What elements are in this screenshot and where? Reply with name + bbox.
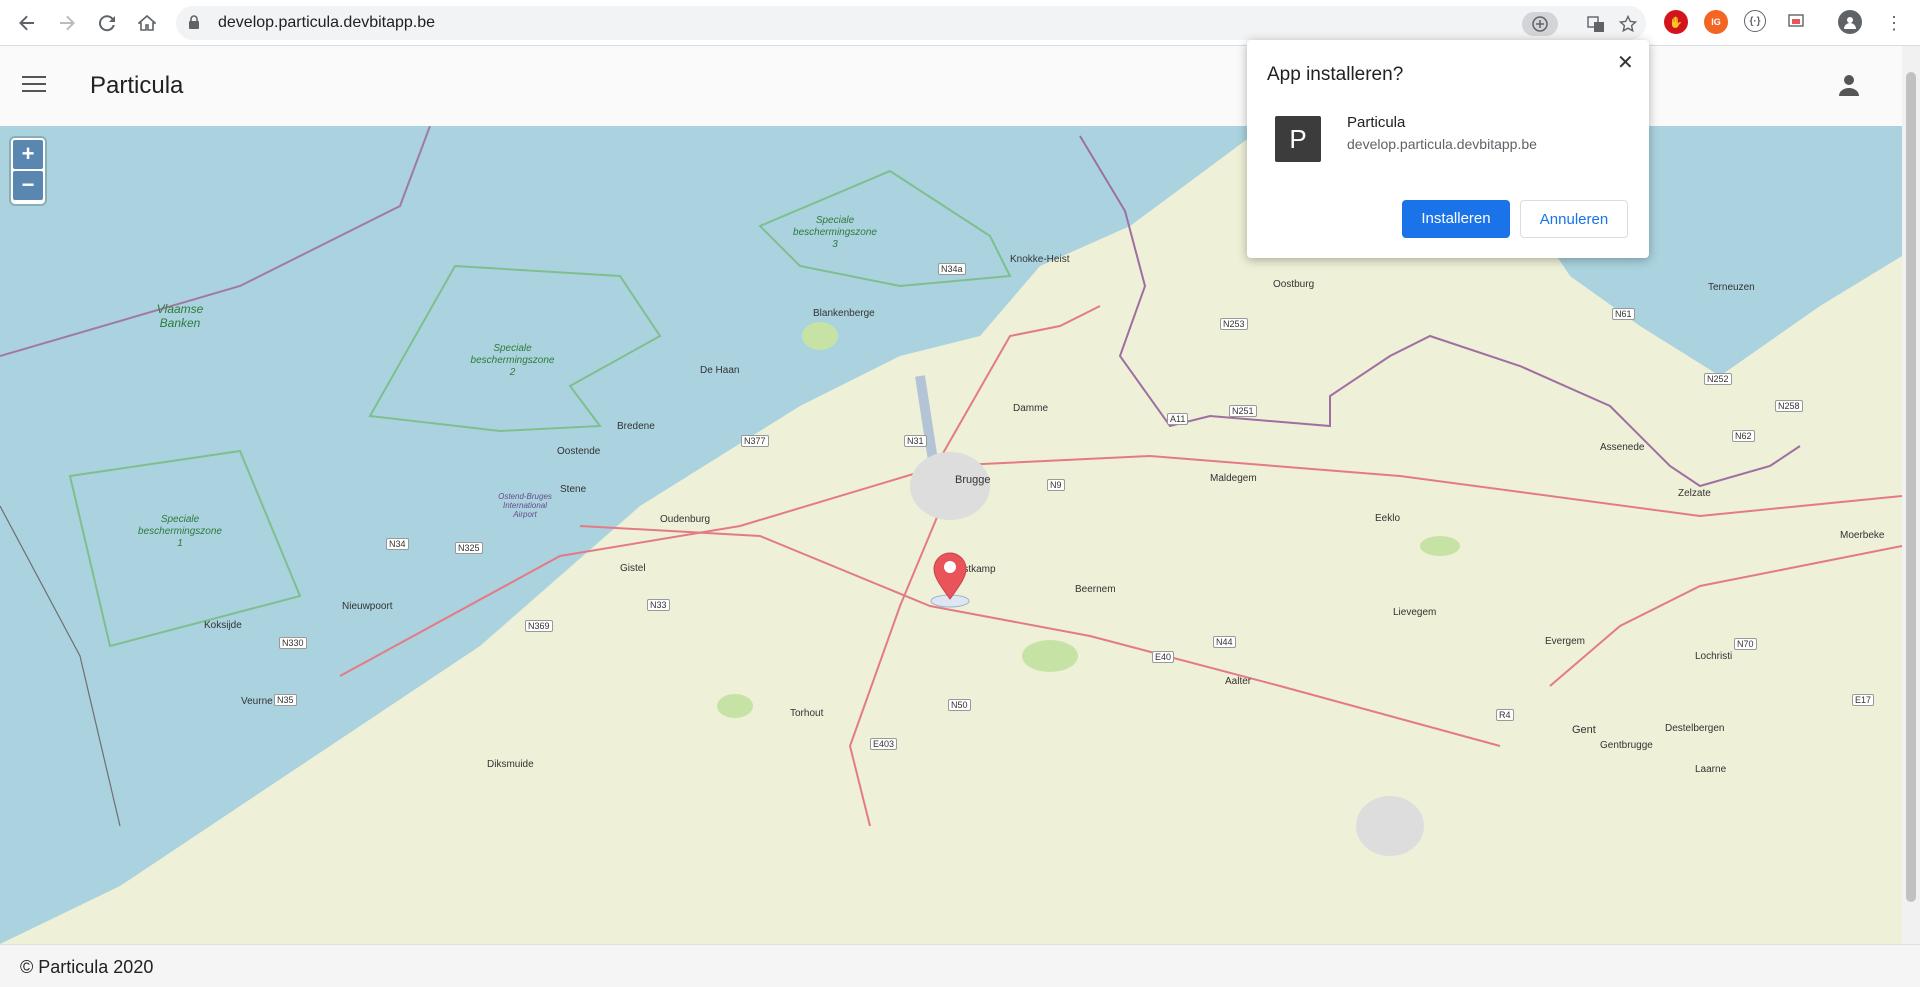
place-label: Aalter	[1225, 676, 1252, 687]
lock-icon	[188, 15, 200, 35]
user-icon[interactable]	[1836, 72, 1862, 103]
road-label: N258	[1775, 400, 1803, 412]
place-label: Veurne	[241, 696, 273, 707]
page-scrollbar[interactable]	[1902, 46, 1920, 944]
road-label: E403	[870, 738, 898, 750]
road-label: N34a	[938, 263, 966, 275]
place-label: Maldegem	[1210, 473, 1257, 484]
translate-icon[interactable]	[1584, 12, 1608, 36]
road-label: N251	[1229, 405, 1257, 417]
forward-icon[interactable]	[52, 8, 82, 38]
app-name: Particula	[1347, 114, 1406, 131]
place-label: Beernem	[1075, 584, 1116, 595]
address-bar[interactable]: develop.particula.devbitapp.be	[176, 6, 1646, 40]
place-label: Nieuwpoort	[342, 601, 393, 612]
road-label: N44	[1213, 636, 1236, 648]
hand-extension-icon[interactable]: ✋	[1664, 10, 1688, 34]
road-label: N70	[1734, 638, 1757, 650]
road-label: R4	[1496, 709, 1514, 721]
road-label: N34	[386, 538, 409, 550]
place-label: Terneuzen	[1708, 282, 1755, 293]
ig-extension-icon[interactable]: IG	[1704, 10, 1728, 34]
road-label: N62	[1732, 430, 1755, 442]
place-label: Brugge	[955, 474, 991, 486]
road-label: N31	[904, 435, 927, 447]
road-label: N369	[525, 620, 553, 632]
place-label: Oostende	[557, 446, 601, 457]
place-label: Assenede	[1600, 442, 1645, 453]
road-label: N330	[279, 637, 307, 649]
zoom-out-button[interactable]: −	[13, 171, 43, 200]
road-label: E17	[1852, 694, 1875, 706]
place-label: Koksijde	[204, 620, 242, 631]
place-label: Lievegem	[1393, 607, 1437, 618]
road-label: N325	[455, 542, 483, 554]
close-icon[interactable]: ✕	[1617, 50, 1634, 75]
location-marker-icon[interactable]	[930, 551, 970, 609]
zone-label-3: Speciale beschermingszone 3	[793, 215, 877, 250]
road-label: N50	[948, 699, 971, 711]
zone-label-2: Speciale beschermingszone 2	[470, 343, 555, 378]
copyright-text: © Particula 2020	[20, 957, 154, 977]
place-label: Stene	[560, 484, 587, 495]
road-label: N377	[741, 435, 769, 447]
road-label: E40	[1152, 651, 1175, 663]
scrollbar-thumb[interactable]	[1906, 72, 1916, 902]
install-button[interactable]: Installeren	[1402, 200, 1510, 238]
zoom-in-button[interactable]: +	[13, 140, 43, 169]
place-label: Bredene	[617, 421, 655, 432]
star-icon[interactable]	[1616, 12, 1640, 36]
place-label: Damme	[1013, 403, 1049, 414]
place-label: Knokke-Heist	[1010, 254, 1070, 265]
place-label: Torhout	[790, 708, 824, 719]
home-icon[interactable]	[132, 8, 162, 38]
place-label: De Haan	[700, 365, 740, 376]
place-label: Lochristi	[1695, 651, 1733, 662]
profile-avatar-icon[interactable]	[1838, 10, 1862, 34]
place-label: Eeklo	[1375, 513, 1401, 524]
app-icon: P	[1275, 116, 1321, 162]
place-label: Moerbeke	[1840, 530, 1885, 541]
place-label: Diksmuide	[487, 759, 534, 770]
airport-label: Ostend-Bruges International Airport	[498, 492, 552, 519]
road-label: A11	[1167, 413, 1189, 425]
place-label: Gistel	[620, 563, 646, 574]
hamburger-menu-icon[interactable]	[22, 76, 46, 94]
road-label: N33	[647, 599, 670, 611]
zoom-control: + −	[11, 138, 45, 204]
dialog-title: App installeren?	[1267, 64, 1404, 85]
place-label: Gentbrugge	[1600, 740, 1653, 751]
code-extension-icon[interactable]: {·}	[1744, 10, 1766, 32]
install-app-icon[interactable]	[1522, 12, 1558, 36]
back-icon[interactable]	[12, 8, 42, 38]
place-label: Evergem	[1545, 636, 1586, 647]
place-label: Laarne	[1695, 764, 1727, 775]
sea-label: Vlaamse Banken	[156, 302, 204, 330]
road-label: N9	[1047, 479, 1065, 491]
road-label: N35	[274, 694, 297, 706]
place-label: Oostburg	[1273, 279, 1315, 290]
cancel-button[interactable]: Annuleren	[1520, 200, 1628, 238]
cast-extension-icon[interactable]	[1784, 10, 1808, 34]
zone-label-1: Speciale beschermingszone 1	[138, 514, 222, 549]
road-label: N252	[1704, 373, 1732, 385]
reload-icon[interactable]	[92, 8, 122, 38]
app-url: develop.particula.devbitapp.be	[1347, 136, 1537, 152]
install-app-dialog: App installeren? ✕ P Particula develop.p…	[1247, 40, 1649, 258]
app-title: Particula	[90, 72, 184, 99]
place-label: Gent	[1572, 724, 1596, 736]
place-label: Oudenburg	[660, 514, 711, 525]
place-label: Zelzate	[1678, 488, 1711, 499]
place-label: Blankenberge	[813, 308, 875, 319]
more-vert-icon[interactable]: ⋮	[1879, 8, 1909, 38]
app-footer: © Particula 2020	[0, 944, 1920, 987]
url-text: develop.particula.devbitapp.be	[218, 14, 436, 31]
place-label: Destelbergen	[1665, 723, 1725, 734]
road-label: N61	[1612, 308, 1635, 320]
road-label: N253	[1220, 318, 1248, 330]
